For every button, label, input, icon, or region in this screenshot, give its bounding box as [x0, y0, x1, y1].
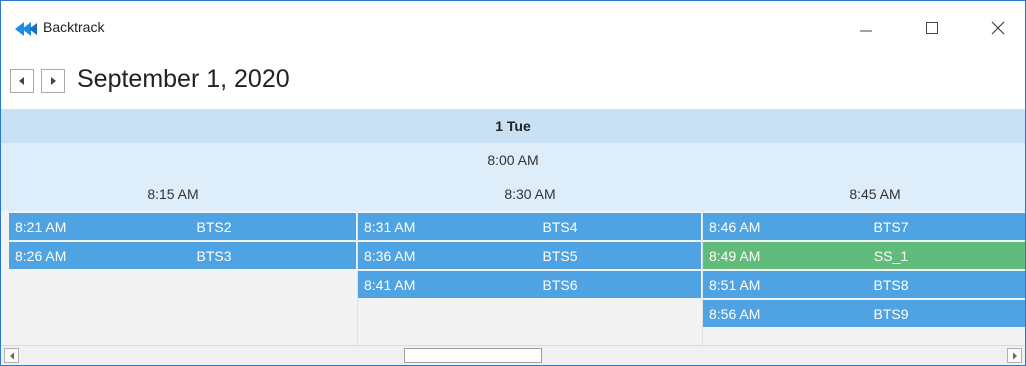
day-header-label: 1 Tue [495, 118, 531, 134]
scroll-right-button[interactable] [1007, 348, 1022, 363]
appointment[interactable]: 8:31 AM BTS4 [358, 213, 701, 240]
appointment[interactable]: 8:21 AM BTS2 [9, 213, 356, 240]
appointment-time: 8:21 AM [15, 219, 67, 235]
date-navigation: September 1, 2020 [1, 57, 1025, 109]
horizontal-scrollbar[interactable] [1, 345, 1025, 365]
appointment-time: 8:49 AM [709, 248, 761, 264]
appointment-time: 8:46 AM [709, 219, 761, 235]
caret-right-icon [51, 77, 56, 85]
scroll-left-button[interactable] [4, 348, 19, 363]
appointment-name: BTS2 [196, 219, 232, 235]
slot-label: 8:30 AM [504, 186, 556, 202]
maximize-icon [926, 22, 938, 34]
appointment-name: BTS9 [873, 306, 909, 322]
appointment-highlighted[interactable]: 8:49 AM SS_1 [703, 242, 1025, 269]
maximize-button[interactable] [910, 11, 954, 45]
appointment[interactable]: 8:56 AM BTS9 [703, 300, 1025, 327]
appointment[interactable]: 8:26 AM BTS3 [9, 242, 356, 269]
minimize-button[interactable] [844, 11, 888, 45]
appointment-time: 8:56 AM [709, 306, 761, 322]
slot-band: 8:15 AM 8:30 AM 8:45 AM [1, 177, 1025, 211]
appointment-name: BTS4 [542, 219, 578, 235]
day-header: 1 Tue [1, 109, 1025, 143]
next-day-button[interactable] [41, 69, 65, 93]
appointment-time: 8:31 AM [364, 219, 416, 235]
app-window: Backtrack September 1, 2020 1 Tue 8:00 A… [0, 0, 1026, 366]
appointment-area: 8:21 AM BTS2 8:26 AM BTS3 8:31 AM BTS4 8… [1, 211, 1025, 345]
caret-left-icon [19, 77, 24, 85]
appointment-time: 8:41 AM [364, 277, 416, 293]
title-bar: Backtrack [1, 1, 1025, 57]
appointment-time: 8:26 AM [15, 248, 67, 264]
appointment-name: BTS6 [542, 277, 578, 293]
hour-band: 8:00 AM [1, 143, 1025, 177]
appointment-name: SS_1 [873, 248, 909, 264]
appointment[interactable]: 8:51 AM BTS8 [703, 271, 1025, 298]
window-title: Backtrack [43, 19, 105, 35]
appointment-time: 8:36 AM [364, 248, 416, 264]
appointment-name: BTS7 [873, 219, 909, 235]
minimize-icon [860, 30, 872, 32]
previous-day-button[interactable] [10, 69, 34, 93]
appointment-name: BTS3 [196, 248, 232, 264]
current-date: September 1, 2020 [77, 65, 290, 93]
appointment-time: 8:51 AM [709, 277, 761, 293]
backtrack-logo-icon [15, 22, 37, 36]
appointment-name: BTS8 [873, 277, 909, 293]
hour-label: 8:00 AM [487, 152, 539, 168]
appointment[interactable]: 8:41 AM BTS6 [358, 271, 701, 298]
scrollbar-thumb[interactable] [404, 348, 542, 363]
scroll-left-icon [9, 352, 14, 359]
slot-label: 8:15 AM [147, 186, 199, 202]
appointment[interactable]: 8:46 AM BTS7 [703, 213, 1025, 240]
slot-label: 8:45 AM [849, 186, 901, 202]
appointment[interactable]: 8:36 AM BTS5 [358, 242, 701, 269]
scroll-right-icon [1012, 352, 1017, 359]
close-icon [991, 21, 1005, 35]
close-button[interactable] [976, 11, 1020, 45]
appointment-name: BTS5 [542, 248, 578, 264]
